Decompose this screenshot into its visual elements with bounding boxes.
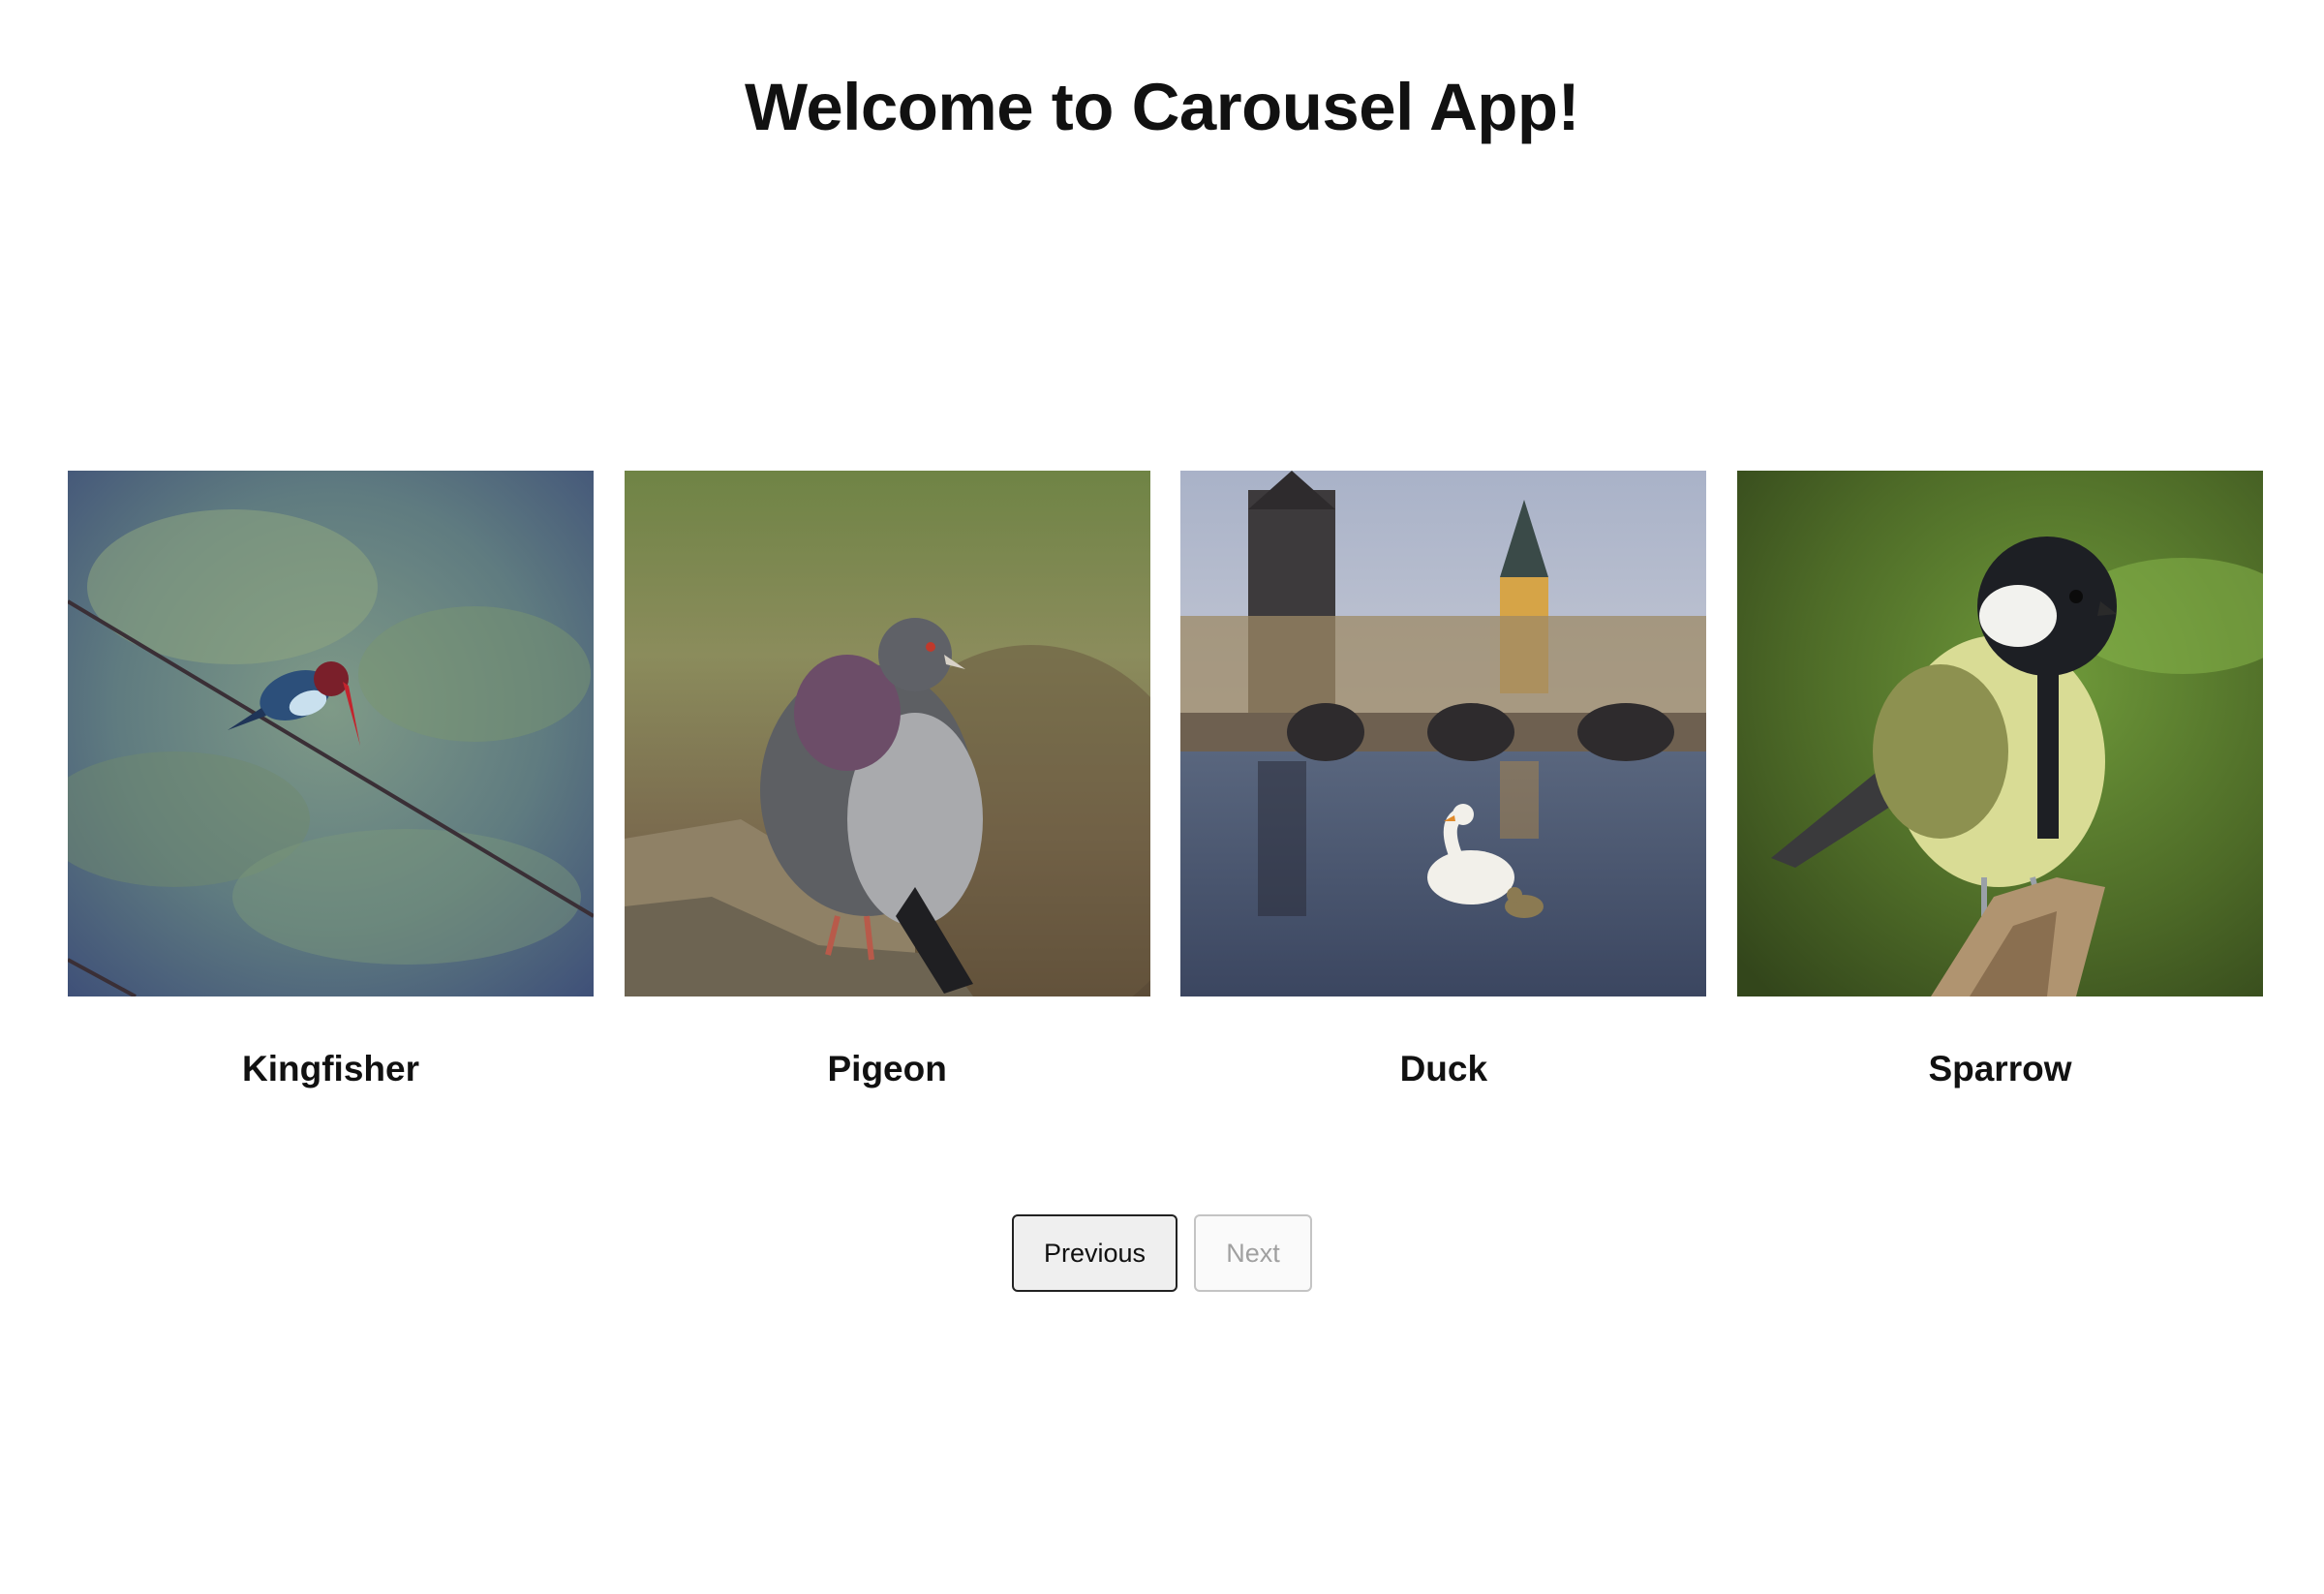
previous-button[interactable]: Previous [1012, 1214, 1177, 1292]
card-label: Pigeon [827, 1049, 947, 1088]
card-label: Duck [1399, 1049, 1488, 1088]
carousel-card-sparrow: Sparrow [1736, 471, 2263, 1093]
page: Welcome to Carousel App! Kingfisher Pige… [0, 0, 2324, 1594]
carousel-card-kingfisher: Kingfisher [68, 471, 594, 1093]
sparrow-image [1736, 471, 2263, 996]
kingfisher-image [68, 471, 594, 996]
pigeon-image [624, 471, 1150, 996]
duck-image [1180, 471, 1707, 996]
carousel-card-duck: Duck [1180, 471, 1707, 1093]
next-button[interactable]: Next [1194, 1214, 1312, 1292]
page-title: Welcome to Carousel App! [744, 70, 1580, 144]
pagination-controls: Previous Next [0, 1214, 2324, 1292]
card-label: Kingfisher [242, 1049, 419, 1088]
carousel: Kingfisher Pigeon Duck Sparrow [68, 471, 2263, 1093]
card-label: Sparrow [1928, 1049, 2072, 1088]
carousel-card-pigeon: Pigeon [624, 471, 1150, 1093]
